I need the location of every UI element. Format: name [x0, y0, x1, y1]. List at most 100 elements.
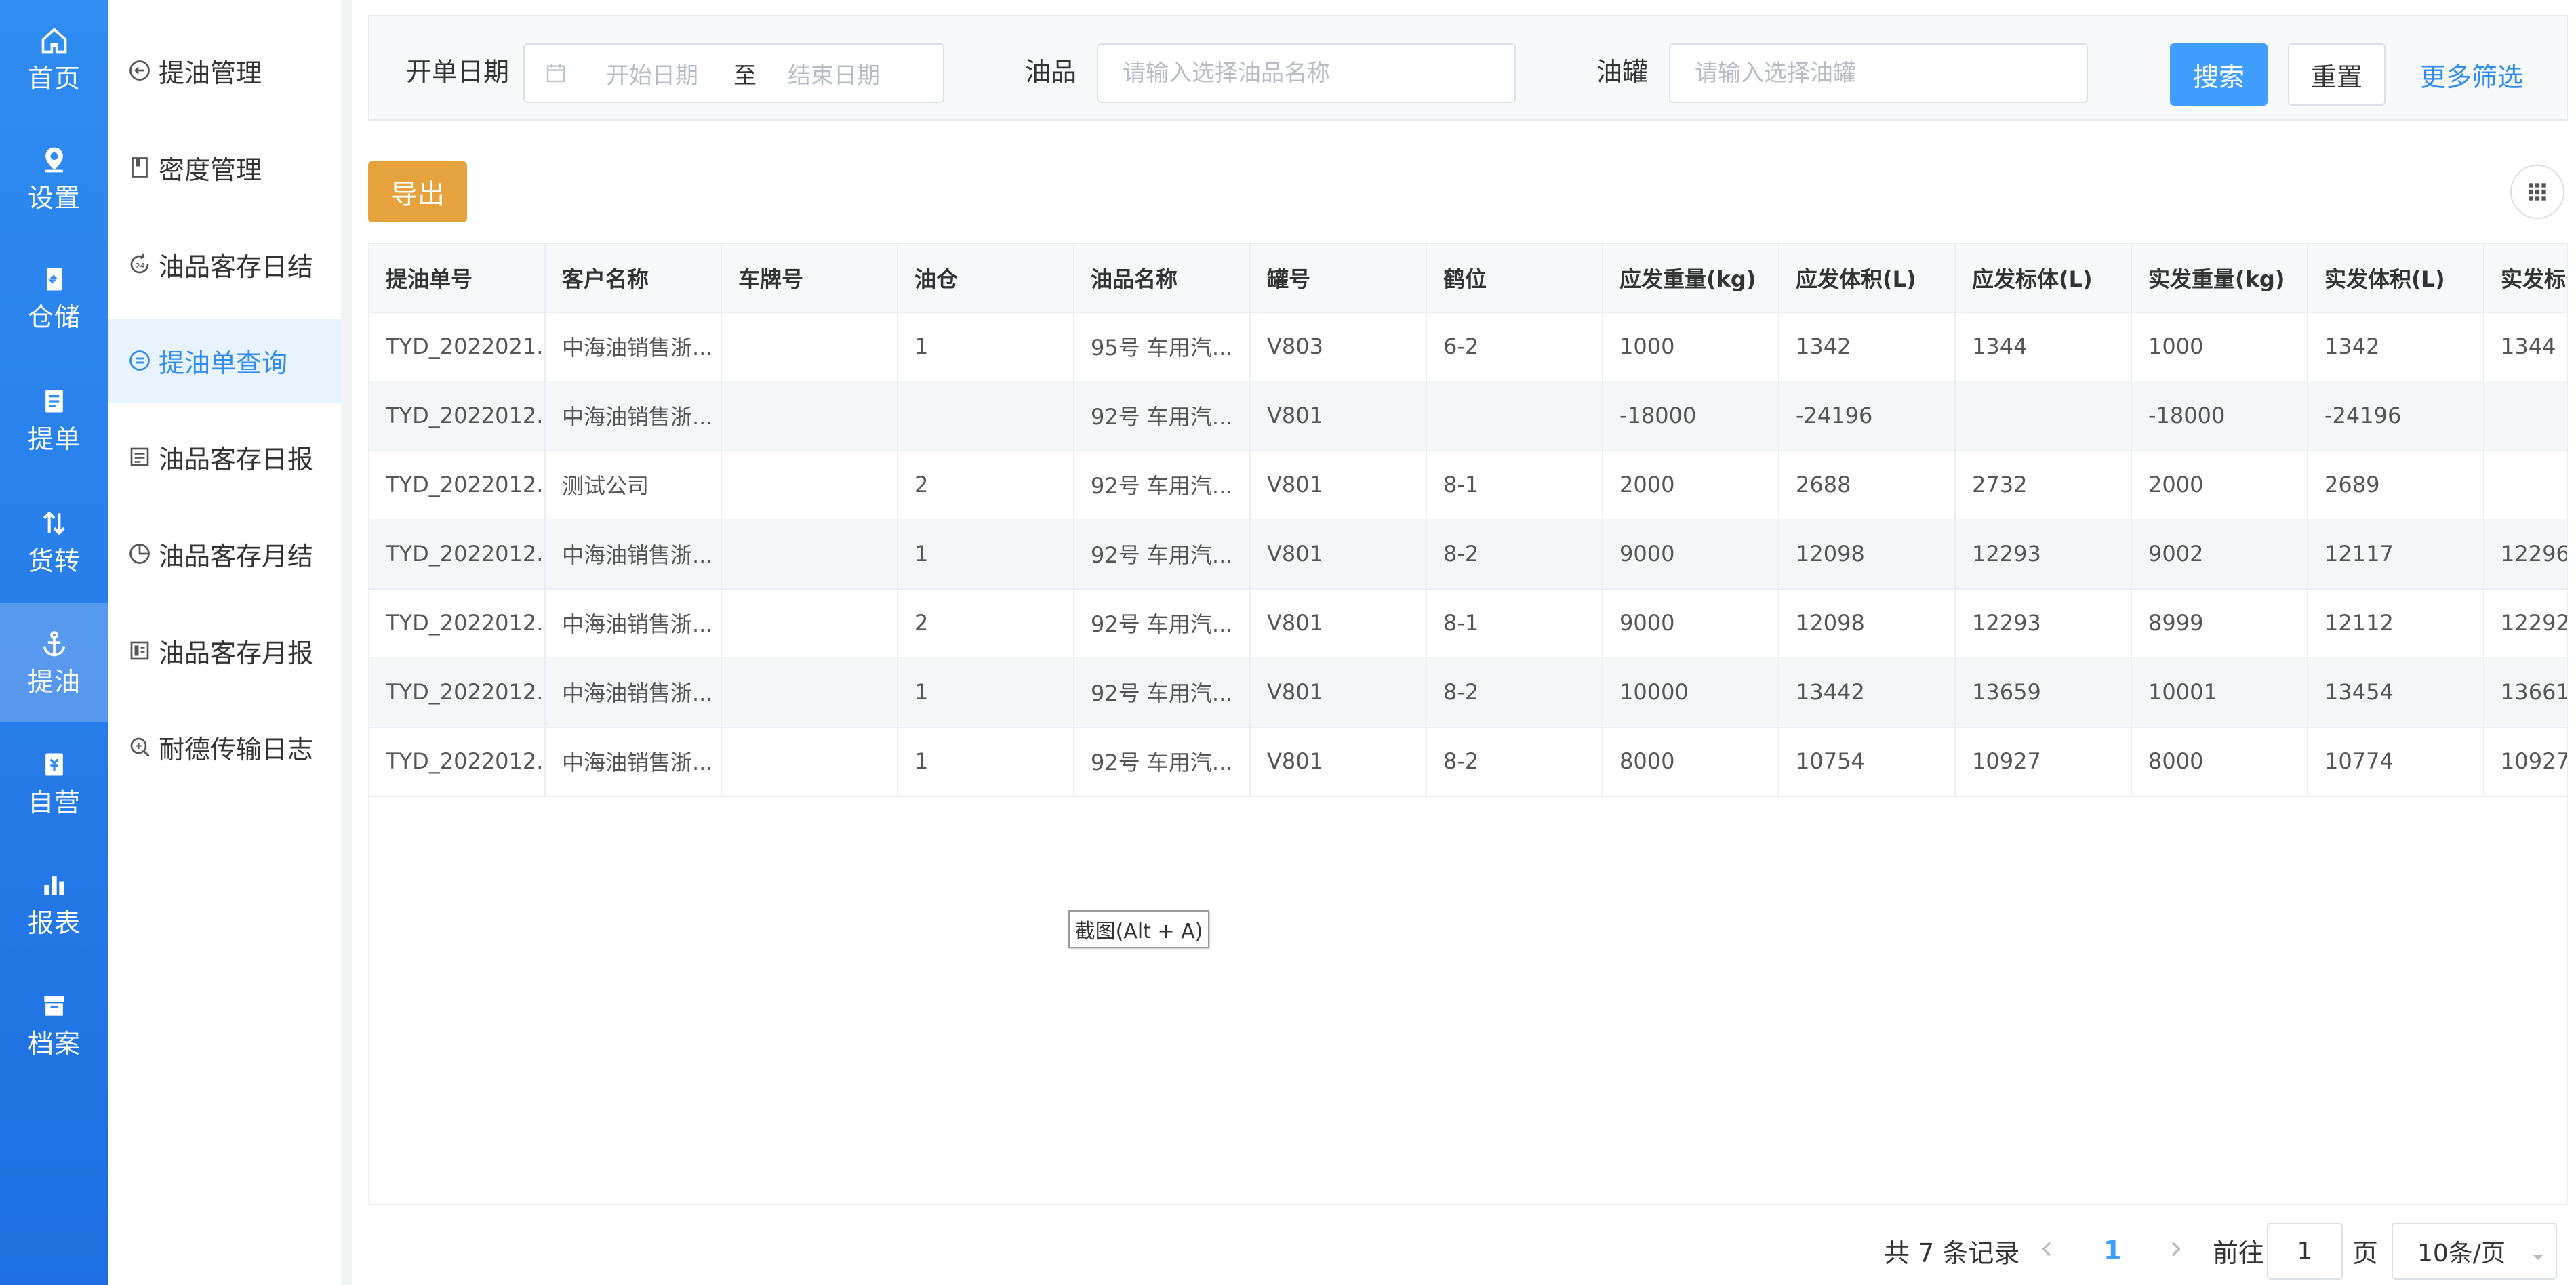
- table-cell: 中海油销售浙...: [546, 657, 722, 727]
- range-separator: 至: [733, 62, 757, 89]
- table-cell: 6-2: [1427, 312, 1603, 381]
- column-header[interactable]: 油品名称: [1074, 244, 1251, 312]
- table-cell: 92号 车用汽...: [1074, 450, 1251, 519]
- table-cell: -24196: [2308, 381, 2484, 450]
- nav-item-home[interactable]: 首页: [0, 0, 108, 119]
- table-cell: TYD_2022012...: [369, 727, 546, 796]
- table-row[interactable]: TYD_2022012... 中海油销售浙... 92号 车用汽... V801 -18…: [369, 381, 2567, 451]
- column-header[interactable]: 应发体积(L): [1779, 244, 1956, 312]
- column-header[interactable]: 罐号: [1251, 244, 1427, 312]
- nav-item-report[interactable]: 报表: [0, 844, 108, 964]
- nav-label: 设置: [27, 183, 81, 213]
- home-icon: [39, 26, 69, 56]
- page-suffix: 页: [2352, 1238, 2379, 1268]
- nav-item-oil-pickup[interactable]: 提油: [0, 603, 108, 722]
- secondary-menu: 提油管理 密度管理 24 油品客存日结 提油单查询 油品客存日报 油品客存月结: [108, 0, 352, 1285]
- table-row[interactable]: TYD_2022012... 中海油销售浙... 1 92号 车用汽... V801 8-…: [369, 657, 2567, 728]
- table-cell: 8-2: [1427, 519, 1603, 588]
- tank-input-box[interactable]: [1669, 43, 2088, 103]
- table-row[interactable]: TYD_2022021... 中海油销售浙... 1 95号 车用汽... V803 6-…: [369, 312, 2567, 382]
- table-cell: 10927: [2484, 727, 2567, 796]
- menu-item-density-mgmt[interactable]: 密度管理: [108, 125, 341, 209]
- table-row[interactable]: TYD_2022012... 测试公司 2 92号 车用汽... V801 8-1 2000…: [369, 450, 2567, 521]
- table-row[interactable]: TYD_2022012... 中海油销售浙... 2 92号 车用汽... V801 8-…: [369, 588, 2567, 659]
- table-cell: 12098: [1779, 588, 1956, 657]
- search-log-icon: [127, 735, 152, 759]
- column-settings-button[interactable]: [2510, 165, 2564, 219]
- table-cell: 1: [898, 727, 1074, 796]
- reset-button[interactable]: 重置: [2288, 43, 2386, 106]
- table-cell: V801: [1251, 519, 1427, 588]
- column-header[interactable]: 客户名称: [546, 244, 722, 312]
- table-cell: 8999: [2132, 588, 2308, 657]
- export-button[interactable]: 导出: [368, 161, 467, 222]
- table-cell: TYD_2022021...: [369, 312, 546, 381]
- chevron-left-icon: [2036, 1238, 2058, 1263]
- date-range-picker[interactable]: 开始日期 至 结束日期: [523, 43, 944, 103]
- menu-item-pickup-query[interactable]: 提油单查询: [108, 319, 341, 403]
- column-header[interactable]: 应发标体(L): [1956, 244, 2132, 312]
- nav-label: 仓储: [27, 302, 81, 332]
- column-header[interactable]: 实发标体: [2484, 244, 2567, 312]
- daily-report-icon: [127, 445, 152, 469]
- menu-item-monthly-report[interactable]: 油品客存月报: [108, 609, 341, 693]
- nav-item-settings[interactable]: 设置: [0, 119, 108, 239]
- column-header[interactable]: 鹤位: [1427, 244, 1603, 312]
- next-page-button[interactable]: [2162, 1220, 2189, 1281]
- calendar-icon: [544, 61, 568, 85]
- column-header[interactable]: 应发重量(kg): [1603, 244, 1779, 312]
- menu-item-label: 耐德传输日志: [159, 734, 314, 764]
- menu-item-label: 油品客存月结: [159, 541, 314, 571]
- nav-item-warehouse[interactable]: 仓储: [0, 239, 108, 358]
- table-cell: TYD_2022012...: [369, 588, 546, 657]
- table-cell: 2689: [2308, 450, 2484, 519]
- product-input[interactable]: [1098, 44, 1514, 102]
- table-cell: 1000: [1603, 312, 1779, 381]
- search-button[interactable]: 搜索: [2170, 43, 2268, 106]
- nav-item-self-operated[interactable]: 自营: [0, 724, 108, 843]
- column-header[interactable]: 实发重量(kg): [2132, 244, 2308, 312]
- table-cell: V801: [1251, 727, 1427, 796]
- table-cell: -18000: [1603, 381, 1779, 450]
- column-header[interactable]: 实发体积(L): [2308, 244, 2484, 312]
- end-date-placeholder[interactable]: 结束日期: [788, 57, 880, 90]
- table-cell: 2000: [2132, 450, 2308, 519]
- menu-item-oil-pickup-mgmt[interactable]: 提油管理: [108, 28, 341, 113]
- goto-page-input[interactable]: 1: [2267, 1223, 2343, 1280]
- table-cell: [722, 727, 898, 796]
- table-cell: [722, 381, 898, 450]
- nav-item-transfer[interactable]: 货转: [0, 483, 108, 602]
- table-cell: TYD_2022012...: [369, 450, 546, 519]
- table-row[interactable]: TYD_2022012... 中海油销售浙... 1 92号 车用汽... V801 8-…: [369, 727, 2567, 797]
- nav-item-archive[interactable]: 档案: [0, 965, 108, 1084]
- menu-item-label: 油品客存日结: [159, 251, 314, 282]
- start-date-placeholder[interactable]: 开始日期: [606, 57, 698, 90]
- table-row[interactable]: TYD_2022012... 中海油销售浙... 1 92号 车用汽... V801 8-…: [369, 519, 2567, 590]
- menu-item-monthly-settlement[interactable]: 油品客存月结: [108, 512, 341, 596]
- product-input-box[interactable]: [1097, 43, 1516, 103]
- nav-label: 提油: [27, 667, 81, 697]
- nav-item-bill[interactable]: 提单: [0, 361, 108, 480]
- page-size-select[interactable]: 10条/页: [2392, 1223, 2557, 1280]
- tank-input[interactable]: [1670, 44, 2087, 102]
- table-cell: [1427, 381, 1603, 450]
- current-page[interactable]: 1: [2104, 1220, 2121, 1281]
- column-header[interactable]: 油仓: [898, 244, 1074, 312]
- column-header[interactable]: 车牌号: [722, 244, 898, 312]
- menu-item-label: 提油单查询: [159, 348, 288, 378]
- table-cell: 2: [898, 588, 1074, 657]
- list-circle-icon: [127, 348, 152, 373]
- bookmark-icon: [39, 750, 69, 779]
- more-filters-link[interactable]: 更多筛选: [2420, 43, 2523, 106]
- table-cell: 8000: [1603, 727, 1779, 796]
- tank-label: 油罐: [1596, 56, 1649, 87]
- column-header[interactable]: 提油单号: [369, 244, 546, 312]
- table-cell: 13661: [2484, 657, 2567, 727]
- table-cell: 9000: [1603, 519, 1779, 588]
- menu-item-daily-settlement[interactable]: 24 油品客存日结: [108, 222, 341, 306]
- menu-item-transfer-log[interactable]: 耐德传输日志: [108, 705, 341, 789]
- table-cell: [722, 312, 898, 381]
- prev-page-button[interactable]: [2034, 1220, 2061, 1281]
- menu-item-daily-report[interactable]: 油品客存日报: [108, 415, 341, 499]
- table-cell: 12112: [2308, 588, 2484, 657]
